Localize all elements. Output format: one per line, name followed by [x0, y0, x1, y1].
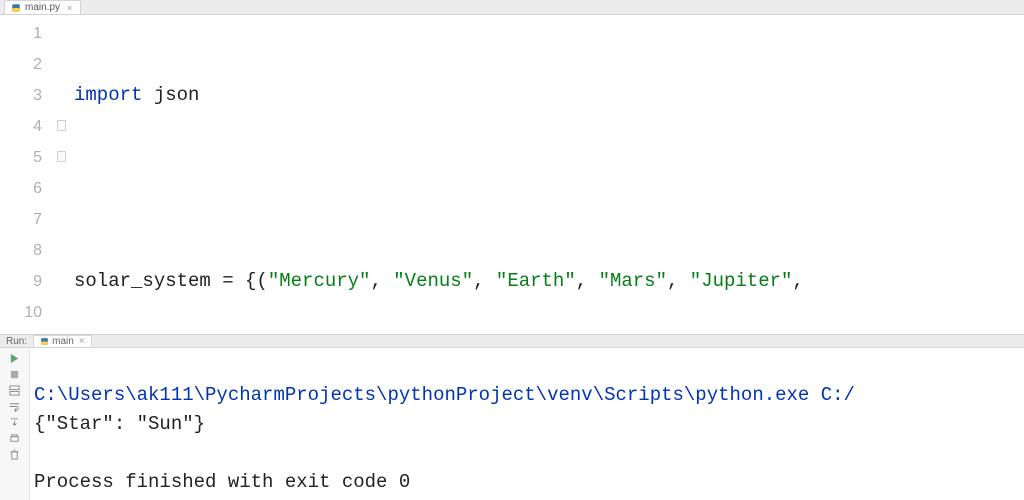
- print-button[interactable]: [8, 432, 22, 445]
- editor-tab[interactable]: main.py ×: [4, 0, 81, 14]
- code-editor[interactable]: 12345678910 import json solar_system = {…: [0, 15, 1024, 335]
- run-console-panel: C:\Users\ak111\PycharmProjects\pythonPro…: [0, 348, 1024, 500]
- code-area[interactable]: import json solar_system = {("Mercury", …: [74, 15, 1024, 334]
- run-panel-label: Run:: [0, 336, 33, 347]
- console-exit-line: Process finished with exit code 0: [34, 471, 410, 493]
- close-icon[interactable]: ×: [67, 3, 72, 13]
- python-file-icon: [40, 337, 49, 346]
- layout-button[interactable]: [8, 384, 22, 397]
- run-tool-window-header: Run: main ×: [0, 335, 1024, 348]
- python-file-icon: [11, 3, 21, 13]
- fold-indicator-icon[interactable]: [57, 120, 66, 131]
- console-stdout: {"Star": "Sun"}: [34, 413, 205, 435]
- clear-button[interactable]: [8, 448, 22, 461]
- run-toolbar: [0, 348, 30, 500]
- editor-tab-bar: main.py ×: [0, 0, 1024, 15]
- soft-wrap-button[interactable]: [8, 400, 22, 413]
- console-output[interactable]: C:\Users\ak111\PycharmProjects\pythonPro…: [30, 348, 1024, 500]
- scroll-to-end-button[interactable]: [8, 416, 22, 429]
- run-config-tab[interactable]: main ×: [33, 335, 92, 347]
- fold-indicator-icon[interactable]: [57, 151, 66, 162]
- close-icon[interactable]: ×: [79, 336, 85, 347]
- fold-column: [60, 15, 74, 334]
- rerun-button[interactable]: [8, 352, 22, 365]
- line-number-gutter: 12345678910: [0, 15, 60, 334]
- tab-filename: main.py: [25, 2, 60, 13]
- ide-root: main.py × 12345678910 import json solar_…: [0, 0, 1024, 500]
- stop-button[interactable]: [8, 368, 22, 381]
- console-command-line: C:\Users\ak111\PycharmProjects\pythonPro…: [34, 384, 855, 406]
